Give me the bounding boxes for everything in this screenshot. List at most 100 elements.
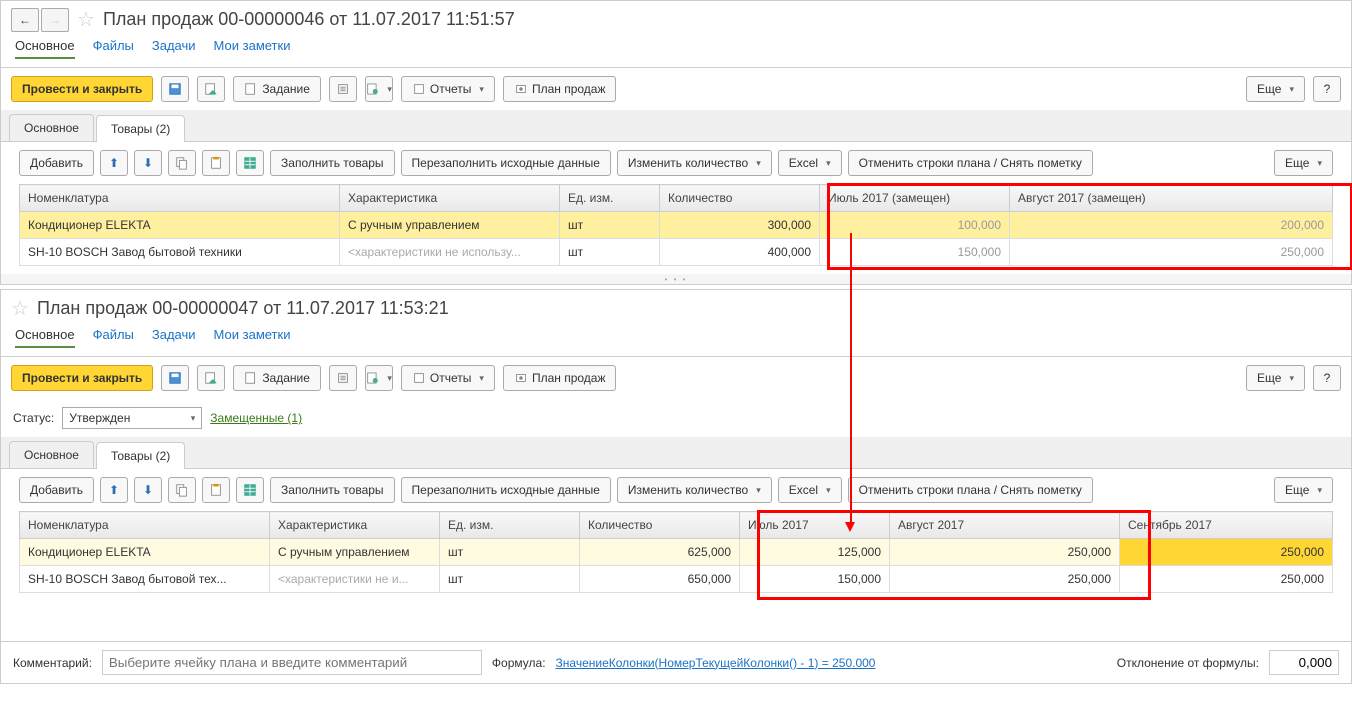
add-button[interactable]: Добавить xyxy=(19,477,94,503)
post-close-button[interactable]: Провести и закрыть xyxy=(11,365,153,391)
paste-button[interactable] xyxy=(202,150,230,176)
deviation-input[interactable] xyxy=(1269,650,1339,675)
title-bar: ← → ☆ План продаж 00-00000046 от 11.07.2… xyxy=(1,1,1351,38)
tab-notes[interactable]: Мои заметки xyxy=(214,327,291,348)
add-button[interactable]: Добавить xyxy=(19,150,94,176)
col-unit[interactable]: Ед. изм. xyxy=(440,512,580,539)
post-button[interactable] xyxy=(197,365,225,391)
formula-link[interactable]: ЗначениеКолонки(НомерТекущейКолонки() - … xyxy=(556,656,876,670)
tab-notes[interactable]: Мои заметки xyxy=(214,38,291,59)
refill-button[interactable]: Перезаполнить исходные данные xyxy=(401,150,611,176)
help-button[interactable]: ? xyxy=(1313,365,1341,391)
paste-button[interactable] xyxy=(202,477,230,503)
save-button[interactable] xyxy=(161,365,189,391)
change-qty-button[interactable]: Изменить количество xyxy=(617,477,772,503)
title-bar: ☆ План продаж 00-00000047 от 11.07.2017 … xyxy=(1,290,1351,327)
link-button[interactable] xyxy=(365,76,393,102)
more-button[interactable]: Еще xyxy=(1246,76,1305,102)
col-aug[interactable]: Август 2017 xyxy=(890,512,1120,539)
tab-main[interactable]: Основное xyxy=(15,38,75,59)
goods-table: Номенклатура Характеристика Ед. изм. Кол… xyxy=(19,184,1333,266)
replaced-link[interactable]: Замещенные (1) xyxy=(210,411,302,425)
table-more-button[interactable]: Еще xyxy=(1274,477,1333,503)
copy-button[interactable] xyxy=(168,477,196,503)
subtab-goods[interactable]: Товары (2) xyxy=(96,442,185,469)
subtab-main[interactable]: Основное xyxy=(9,441,94,468)
col-aug[interactable]: Август 2017 (замещен) xyxy=(1010,185,1333,212)
page-title: План продаж 00-00000047 от 11.07.2017 11… xyxy=(37,298,449,319)
link-button[interactable] xyxy=(365,365,393,391)
table-icon-button[interactable] xyxy=(236,150,264,176)
page-title: План продаж 00-00000046 от 11.07.2017 11… xyxy=(103,9,515,30)
help-button[interactable]: ? xyxy=(1313,76,1341,102)
reports-button[interactable]: Отчеты xyxy=(401,76,495,102)
main-toolbar: Провести и закрыть Задание Отчеты План п… xyxy=(1,68,1351,110)
col-char[interactable]: Характеристика xyxy=(340,185,560,212)
col-qty[interactable]: Количество xyxy=(660,185,820,212)
cancel-rows-button[interactable]: Отменить строки плана / Снять пометку xyxy=(848,477,1093,503)
main-toolbar: Провести и закрыть Задание Отчеты План п… xyxy=(1,357,1351,399)
copy-button[interactable] xyxy=(168,150,196,176)
col-jul[interactable]: Июль 2017 (замещен) xyxy=(820,185,1010,212)
sub-tabs: Основное Товары (2) xyxy=(1,437,1351,469)
list-button[interactable] xyxy=(329,76,357,102)
tab-main[interactable]: Основное xyxy=(15,327,75,348)
col-qty[interactable]: Количество xyxy=(580,512,740,539)
list-button[interactable] xyxy=(329,365,357,391)
nav-tabs: Основное Файлы Задачи Мои заметки xyxy=(1,327,1351,357)
col-sep[interactable]: Сентябрь 2017 xyxy=(1120,512,1333,539)
goods-table: Номенклатура Характеристика Ед. изм. Кол… xyxy=(19,511,1333,593)
table-row[interactable]: Кондиционер ELEKTA С ручным управлением … xyxy=(20,212,1333,239)
status-select[interactable]: Утвержден▾ xyxy=(62,407,202,429)
more-button[interactable]: Еще xyxy=(1246,365,1305,391)
sales-plan-button[interactable]: План продаж xyxy=(503,76,617,102)
subtab-main[interactable]: Основное xyxy=(9,114,94,141)
change-qty-button[interactable]: Изменить количество xyxy=(617,150,772,176)
col-unit[interactable]: Ед. изм. xyxy=(560,185,660,212)
sub-tabs: Основное Товары (2) xyxy=(1,110,1351,142)
tab-tasks[interactable]: Задачи xyxy=(152,38,196,59)
tab-tasks[interactable]: Задачи xyxy=(152,327,196,348)
table-row[interactable]: Кондиционер ELEKTA С ручным управлением … xyxy=(20,539,1333,566)
comment-input[interactable] xyxy=(102,650,482,675)
table-1: Номенклатура Характеристика Ед. изм. Кол… xyxy=(1,184,1351,274)
tab-files[interactable]: Файлы xyxy=(93,327,134,348)
document-1: ← → ☆ План продаж 00-00000046 от 11.07.2… xyxy=(0,0,1352,285)
document-2: ☆ План продаж 00-00000047 от 11.07.2017 … xyxy=(0,289,1352,684)
refill-button[interactable]: Перезаполнить исходные данные xyxy=(401,477,611,503)
move-up-button[interactable]: ⬆ xyxy=(100,150,128,176)
move-down-button[interactable]: ⬇ xyxy=(134,150,162,176)
forward-button[interactable]: → xyxy=(41,8,69,32)
move-up-button[interactable]: ⬆ xyxy=(100,477,128,503)
comment-label: Комментарий: xyxy=(13,656,92,670)
save-button[interactable] xyxy=(161,76,189,102)
star-icon[interactable]: ☆ xyxy=(77,7,95,32)
post-button[interactable] xyxy=(197,76,225,102)
excel-button[interactable]: Excel xyxy=(778,477,842,503)
table-row[interactable]: SH-10 BOSCH Завод бытовой техники <харак… xyxy=(20,239,1333,266)
status-label: Статус: xyxy=(13,411,54,425)
task-button[interactable]: Задание xyxy=(233,365,321,391)
star-icon[interactable]: ☆ xyxy=(11,296,29,321)
table-more-button[interactable]: Еще xyxy=(1274,150,1333,176)
move-down-button[interactable]: ⬇ xyxy=(134,477,162,503)
fill-goods-button[interactable]: Заполнить товары xyxy=(270,477,395,503)
col-char[interactable]: Характеристика xyxy=(270,512,440,539)
post-close-button[interactable]: Провести и закрыть xyxy=(11,76,153,102)
excel-button[interactable]: Excel xyxy=(778,150,842,176)
table-icon-button[interactable] xyxy=(236,477,264,503)
task-button[interactable]: Задание xyxy=(233,76,321,102)
subtab-goods[interactable]: Товары (2) xyxy=(96,115,185,142)
splitter[interactable]: • • • xyxy=(1,274,1351,284)
cancel-rows-button[interactable]: Отменить строки плана / Снять пометку xyxy=(848,150,1093,176)
fill-goods-button[interactable]: Заполнить товары xyxy=(270,150,395,176)
col-nom[interactable]: Номенклатура xyxy=(20,185,340,212)
reports-button[interactable]: Отчеты xyxy=(401,365,495,391)
deviation-label: Отклонение от формулы: xyxy=(1117,656,1259,670)
back-button[interactable]: ← xyxy=(11,8,39,32)
col-jul[interactable]: Июль 2017 xyxy=(740,512,890,539)
col-nom[interactable]: Номенклатура xyxy=(20,512,270,539)
table-row[interactable]: SH-10 BOSCH Завод бытовой тех... <характ… xyxy=(20,566,1333,593)
tab-files[interactable]: Файлы xyxy=(93,38,134,59)
sales-plan-button[interactable]: План продаж xyxy=(503,365,617,391)
